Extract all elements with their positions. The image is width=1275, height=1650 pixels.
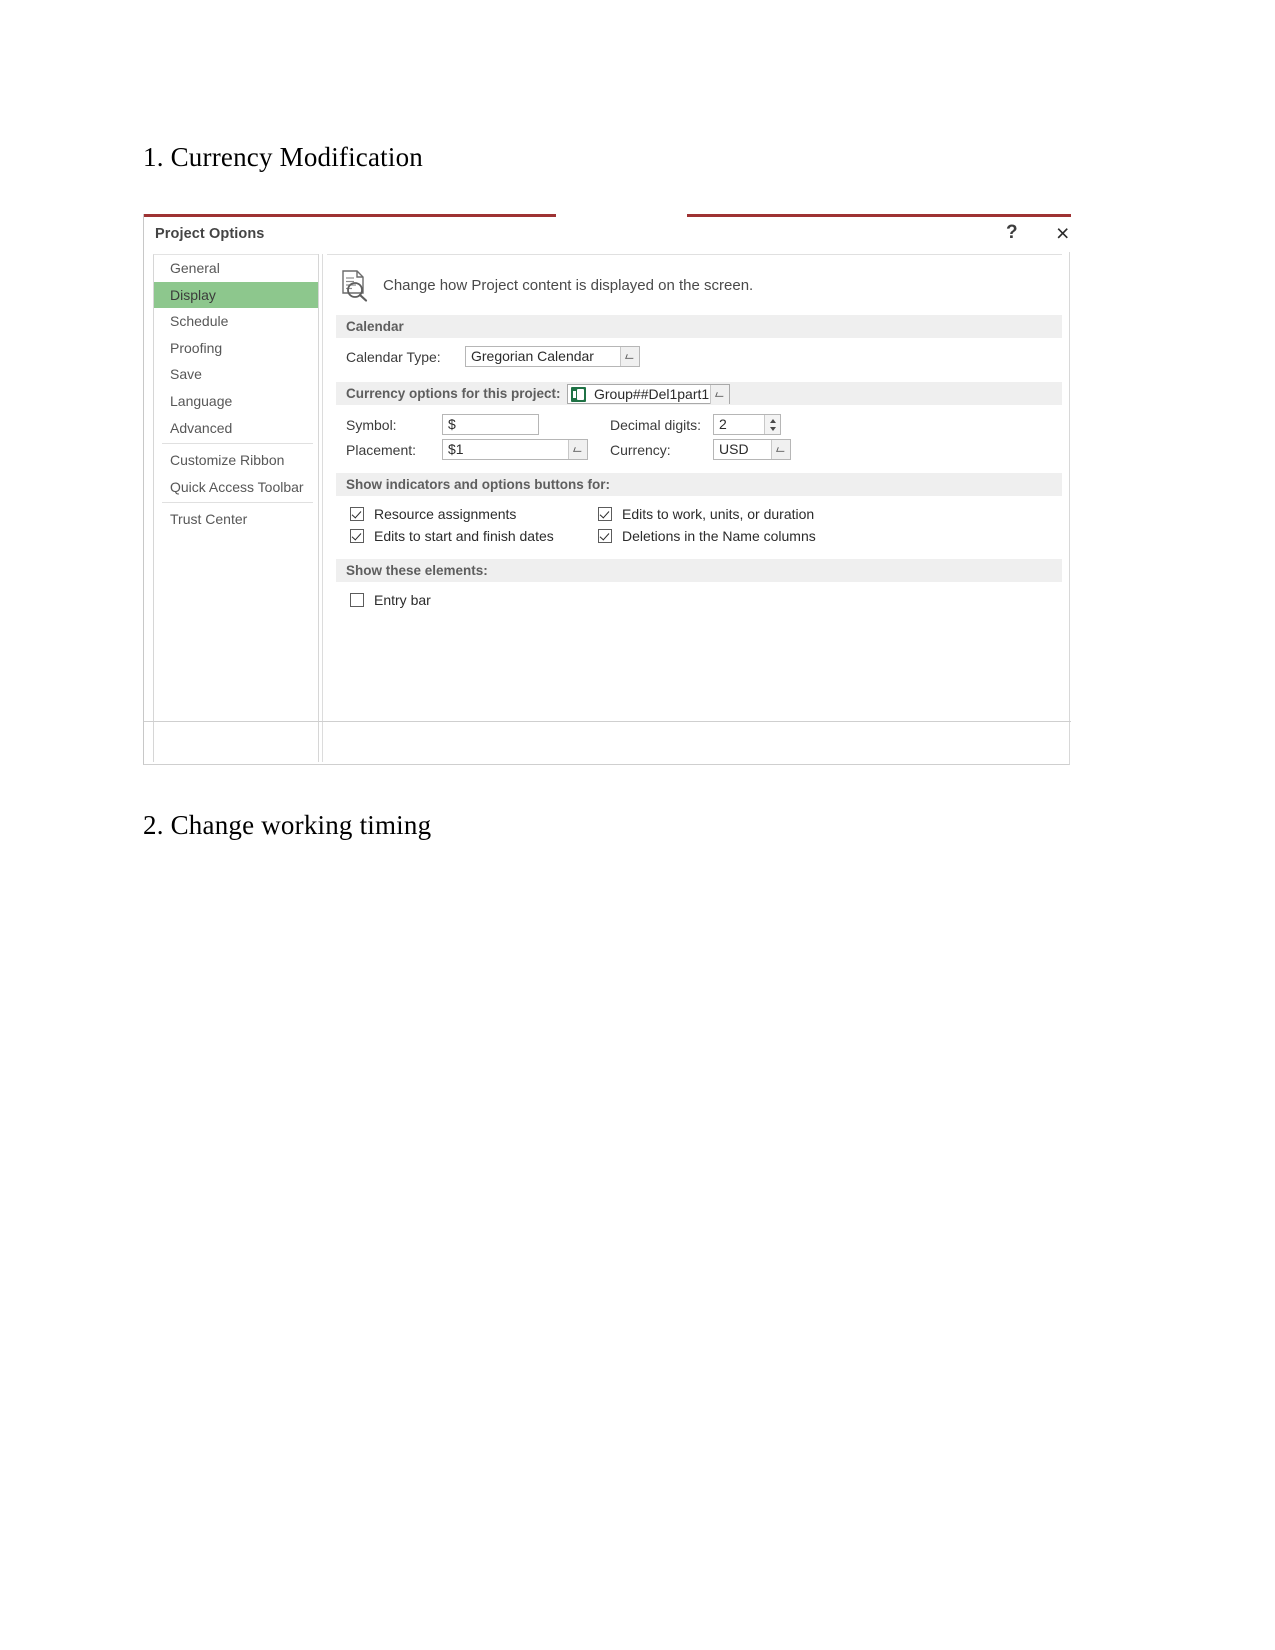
dialog-title: Project Options xyxy=(155,226,265,242)
placement-combo[interactable]: $1 xyxy=(442,439,588,460)
chevron-down-icon[interactable] xyxy=(771,440,790,459)
sidebar-item-language[interactable]: Language xyxy=(154,388,319,415)
help-icon[interactable]: ? xyxy=(1006,222,1018,244)
checkbox-icon[interactable] xyxy=(350,593,364,607)
decimal-digits-input[interactable]: 2 xyxy=(713,414,781,435)
document-magnifier-icon xyxy=(336,268,372,304)
content-pane-divider xyxy=(322,254,323,762)
decimal-digits-value: 2 xyxy=(719,416,727,432)
calendar-type-value: Gregorian Calendar xyxy=(471,348,594,364)
section-header-indicators: Show indicators and options buttons for: xyxy=(336,473,1062,496)
sidebar-item-quick-access-toolbar[interactable]: Quick Access Toolbar xyxy=(154,474,319,501)
dialog-titlebar: Project Options ? × xyxy=(144,217,1071,252)
nav-divider-1 xyxy=(162,443,313,445)
page-heading-1: 1. Currency Modification xyxy=(143,142,423,172)
currency-value: USD xyxy=(719,441,749,457)
sidebar-item-trust-center[interactable]: Trust Center xyxy=(154,506,319,533)
content-top-rule xyxy=(327,254,1062,255)
intro-text: Change how Project content is displayed … xyxy=(383,277,754,294)
dialog-bottom-rule xyxy=(144,721,1071,722)
sidebar-item-advanced[interactable]: Advanced xyxy=(154,415,319,442)
decimal-digits-label: Decimal digits: xyxy=(610,417,702,433)
sidebar-item-schedule[interactable]: Schedule xyxy=(154,308,319,335)
checkbox-label: Edits to start and finish dates xyxy=(374,528,554,544)
document-page: 1. Currency Modification Project Options… xyxy=(0,0,1275,1650)
page-heading-2: 2. Change working timing xyxy=(143,810,432,840)
chevron-down-icon[interactable] xyxy=(710,385,729,404)
section-header-elements: Show these elements: xyxy=(336,559,1062,582)
close-icon[interactable]: × xyxy=(1056,220,1069,247)
checkbox-icon[interactable] xyxy=(598,507,612,521)
sidebar-item-save[interactable]: Save xyxy=(154,361,319,388)
currency-project-value: Group##Del1part1 xyxy=(594,386,710,402)
checkbox-icon[interactable] xyxy=(350,507,364,521)
sidebar-item-display[interactable]: Display xyxy=(154,281,319,309)
currency-project-combo[interactable]: Group##Del1part1 xyxy=(567,384,730,404)
sidebar-item-customize-ribbon[interactable]: Customize Ribbon xyxy=(154,447,319,474)
options-content-pane: Change how Project content is displayed … xyxy=(327,254,1062,762)
sidebar-item-proofing[interactable]: Proofing xyxy=(154,335,319,362)
decimal-digits-stepper[interactable] xyxy=(764,415,780,434)
stepper-up-icon[interactable] xyxy=(765,415,780,424)
checkbox-label: Edits to work, units, or duration xyxy=(622,506,815,522)
nav-pane-divider xyxy=(318,254,319,762)
checkbox-label: Resource assignments xyxy=(374,506,517,522)
checkbox-icon[interactable] xyxy=(598,529,612,543)
options-nav-pane: General Display Schedule Proofing Save L… xyxy=(153,254,319,762)
checkbox-label: Entry bar xyxy=(374,592,431,608)
placement-value: $1 xyxy=(448,441,464,457)
placement-label: Placement: xyxy=(346,442,417,458)
currency-label: Currency: xyxy=(610,442,671,458)
symbol-label: Symbol: xyxy=(346,417,397,433)
calendar-type-combo[interactable]: Gregorian Calendar xyxy=(465,346,640,367)
nav-divider-2 xyxy=(162,502,313,504)
checkbox-label: Deletions in the Name columns xyxy=(622,528,816,544)
chevron-down-icon[interactable] xyxy=(568,440,587,459)
symbol-input[interactable]: $ xyxy=(442,414,539,435)
checkbox-icon[interactable] xyxy=(350,529,364,543)
section-header-calendar: Calendar xyxy=(336,315,1062,338)
project-options-dialog: Project Options ? × General Display Sche… xyxy=(143,214,1071,765)
chevron-down-icon[interactable] xyxy=(620,347,639,366)
calendar-type-label: Calendar Type: xyxy=(346,349,441,365)
currency-combo[interactable]: USD xyxy=(713,439,791,460)
stepper-down-icon[interactable] xyxy=(765,425,780,434)
project-file-icon xyxy=(571,387,586,402)
sidebar-item-general[interactable]: General xyxy=(154,255,319,282)
